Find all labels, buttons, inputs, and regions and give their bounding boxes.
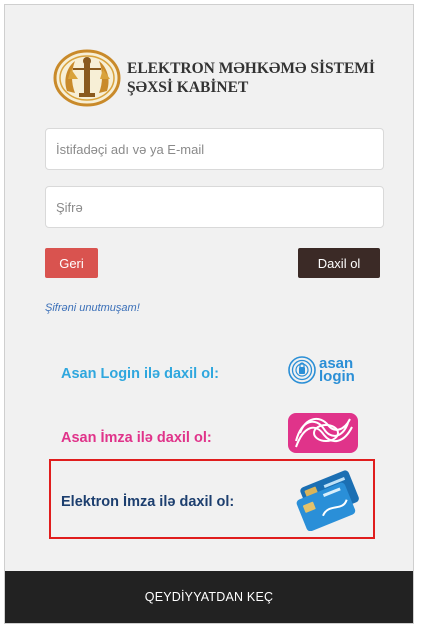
asan-fingerprint-icon	[288, 356, 316, 384]
justice-scales-emblem-icon	[53, 49, 121, 107]
username-input[interactable]	[45, 128, 384, 170]
forgot-password-link[interactable]: Şifrəni unutmuşam!	[45, 302, 140, 314]
back-button[interactable]: Geri	[45, 248, 98, 278]
asan-login-label[interactable]: Asan Login ilə daxil ol:	[61, 366, 219, 382]
site-title-line2: ŞƏXSİ KABİNET	[127, 79, 249, 96]
site-title: ELEKTRON MƏHKƏMƏ SİSTEMİ ŞƏXSİ KABİNET	[127, 59, 375, 97]
asan-imza-logo-icon[interactable]	[286, 411, 360, 455]
login-panel: ELEKTRON MƏHKƏMƏ SİSTEMİ ŞƏXSİ KABİNET G…	[4, 4, 414, 624]
site-title-line1: ELEKTRON MƏHKƏMƏ SİSTEMİ	[127, 60, 375, 77]
asan-login-logo-text: asan login	[319, 356, 355, 385]
login-button[interactable]: Daxil ol	[298, 248, 380, 278]
asan-logo-line2: login	[319, 368, 355, 385]
register-button[interactable]: QEYDİYYATDAN KEÇ	[5, 571, 413, 623]
password-input[interactable]	[45, 186, 384, 228]
site-header: ELEKTRON MƏHKƏMƏ SİSTEMİ ŞƏXSİ KABİNET	[53, 49, 375, 107]
electronic-signature-highlight	[49, 459, 375, 539]
asan-login-logo[interactable]: asan login	[287, 355, 355, 385]
asan-imza-label[interactable]: Asan İmza ilə daxil ol:	[61, 430, 212, 446]
register-label: QEYDİYYATDAN KEÇ	[144, 590, 274, 604]
